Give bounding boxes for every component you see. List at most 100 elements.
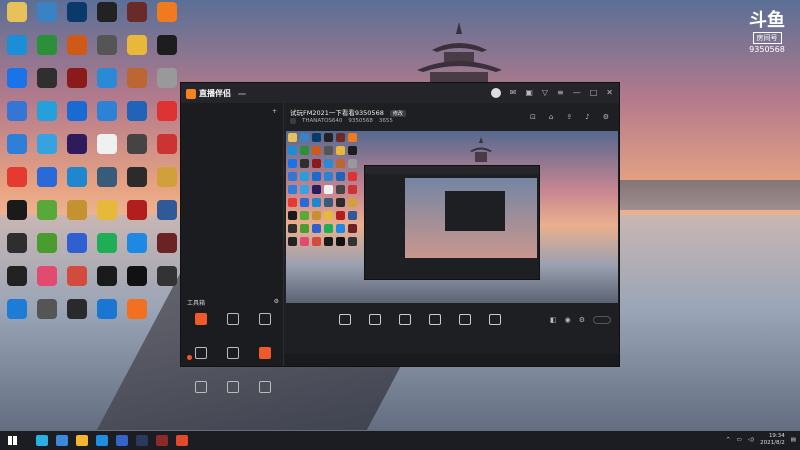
desktop-icon[interactable] [2, 35, 32, 68]
desktop-icon[interactable] [122, 200, 152, 233]
tool-item[interactable] [217, 347, 249, 381]
taskbar-app-icon[interactable] [156, 435, 168, 446]
desktop-icon[interactable] [62, 233, 92, 266]
eye-icon[interactable]: ◉ [565, 316, 571, 324]
network-icon[interactable]: ▭ [737, 437, 742, 443]
desktop-icon[interactable] [152, 266, 182, 299]
desktop-icon[interactable] [2, 167, 32, 200]
source-button[interactable] [395, 314, 415, 328]
settings-gear-icon[interactable]: ⚙ [579, 316, 585, 324]
source-button[interactable] [485, 314, 505, 328]
tool-item[interactable] [249, 347, 281, 381]
desktop-icon[interactable] [32, 101, 62, 134]
minimize-icon[interactable]: — [573, 88, 581, 98]
shirt-icon[interactable]: ▽ [542, 88, 548, 98]
desktop-icon[interactable] [62, 2, 92, 35]
source-button[interactable] [425, 314, 445, 328]
bag-icon[interactable]: ⊡ [530, 113, 536, 121]
desktop-icon[interactable] [92, 2, 122, 35]
desktop-icon[interactable] [92, 167, 122, 200]
desktop-icon[interactable] [92, 134, 122, 167]
desktop-icon[interactable] [122, 299, 152, 332]
start-live-button[interactable] [593, 316, 611, 324]
desktop-icon[interactable] [152, 101, 182, 134]
maximize-icon[interactable]: □ [590, 88, 598, 98]
scene-item[interactable] [187, 132, 277, 144]
desktop-icon[interactable] [152, 299, 182, 332]
desktop-icon[interactable] [32, 299, 62, 332]
desktop-icon[interactable] [92, 101, 122, 134]
desktop-icon[interactable] [122, 2, 152, 35]
gift-icon[interactable]: ▣ [525, 88, 533, 98]
share-icon[interactable]: ⇪ [566, 113, 572, 121]
tool-item[interactable] [217, 313, 249, 347]
tool-item[interactable] [249, 381, 281, 415]
desktop-icon[interactable] [2, 68, 32, 101]
add-scene-icon[interactable]: + [272, 108, 277, 115]
desktop-icon[interactable] [32, 266, 62, 299]
tool-item[interactable] [185, 347, 217, 381]
notice-bar[interactable] [187, 355, 195, 361]
scene-item[interactable] [187, 144, 277, 156]
desktop-icon[interactable] [92, 35, 122, 68]
desktop-icon[interactable] [122, 167, 152, 200]
desktop-icon[interactable] [122, 266, 152, 299]
desktop-icon[interactable] [152, 68, 182, 101]
tool-item[interactable] [217, 381, 249, 415]
desktop-icon[interactable] [2, 200, 32, 233]
desktop-icon[interactable] [62, 68, 92, 101]
desktop-icon[interactable] [92, 299, 122, 332]
desktop-icon[interactable] [2, 101, 32, 134]
clock[interactable]: 19:34 2021/8/2 [760, 433, 785, 447]
desktop-icon[interactable] [62, 299, 92, 332]
desktop-icon[interactable] [2, 2, 32, 35]
store-icon[interactable]: ⌂ [549, 113, 553, 121]
taskbar-app-icon[interactable] [36, 435, 48, 446]
windows-start-icon[interactable] [8, 436, 17, 445]
source-button[interactable] [365, 314, 385, 328]
desktop-icon[interactable] [92, 68, 122, 101]
desktop-icon[interactable] [32, 68, 62, 101]
desktop-icon[interactable] [62, 167, 92, 200]
desktop-icon[interactable] [152, 35, 182, 68]
desktop-icon[interactable] [32, 233, 62, 266]
stream-preview[interactable] [286, 131, 618, 303]
desktop-icon[interactable] [62, 266, 92, 299]
taskbar-app-icon[interactable] [116, 435, 128, 446]
desktop-icon[interactable] [152, 134, 182, 167]
source-button[interactable] [335, 314, 355, 328]
tool-item[interactable] [249, 313, 281, 347]
avatar[interactable] [490, 88, 501, 98]
desktop-icon[interactable] [122, 101, 152, 134]
menu-icon[interactable]: ≡ [557, 88, 564, 98]
desktop-icon[interactable] [92, 233, 122, 266]
desktop-icon[interactable] [62, 101, 92, 134]
message-icon[interactable]: ✉ [510, 88, 517, 98]
tray-chevron-icon[interactable]: ^ [726, 437, 731, 443]
desktop-icon[interactable] [62, 35, 92, 68]
desktop-icon[interactable] [152, 2, 182, 35]
gear-icon[interactable]: ⚙ [274, 298, 279, 305]
desktop-icon[interactable] [2, 299, 32, 332]
notification-icon[interactable]: ▤ [791, 437, 796, 443]
taskbar-app-icon[interactable] [96, 435, 108, 446]
desktop-icon[interactable] [152, 200, 182, 233]
desktop-icon[interactable] [92, 200, 122, 233]
desktop-icon[interactable] [32, 134, 62, 167]
taskbar-app-icon[interactable] [56, 435, 68, 446]
close-icon[interactable]: ✕ [606, 88, 613, 98]
taskbar-app-icon[interactable] [76, 435, 88, 446]
desktop-icon[interactable] [2, 233, 32, 266]
desktop-icon[interactable] [92, 266, 122, 299]
desktop-icon[interactable] [32, 167, 62, 200]
source-button[interactable] [455, 314, 475, 328]
desktop-icon[interactable] [32, 200, 62, 233]
tool-item[interactable] [185, 381, 217, 415]
desktop-icon[interactable] [152, 167, 182, 200]
desktop-icon[interactable] [2, 266, 32, 299]
camera-icon[interactable]: ◧ [550, 316, 557, 324]
desktop-icon[interactable] [2, 134, 32, 167]
tool-item[interactable] [185, 313, 217, 347]
desktop-icon[interactable] [62, 200, 92, 233]
desktop-icon[interactable] [122, 233, 152, 266]
